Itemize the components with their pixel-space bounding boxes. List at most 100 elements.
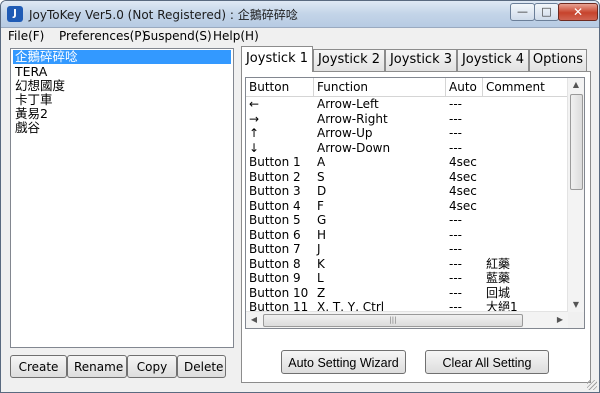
column-header-function[interactable]: Function	[317, 80, 368, 94]
profile-item[interactable]: 幻想國度	[13, 79, 67, 93]
profile-item[interactable]: 企鵝碎碎唸	[13, 50, 231, 64]
scroll-down-arrow-icon[interactable]: ▼	[568, 298, 584, 312]
minimize-button[interactable]: —	[510, 3, 535, 21]
scroll-thumb[interactable]: |||	[263, 314, 523, 327]
menu-suspend[interactable]: Suspend(S)	[143, 29, 212, 43]
profile-item[interactable]: 黃易2	[13, 107, 50, 121]
cell-button: Button 7	[249, 242, 301, 256]
cell-auto: ---	[449, 213, 462, 227]
cell-auto: ---	[449, 242, 462, 256]
tab-joystick-4[interactable]: Joystick 4	[457, 49, 529, 71]
cell-button: Button 2	[249, 169, 301, 184]
tab-options[interactable]: Options	[529, 49, 587, 71]
cell-function: S	[317, 169, 325, 184]
cell-auto: 4sec	[449, 169, 477, 184]
main-window: J JoyToKey Ver5.0 (Not Registered) : 企鵝碎…	[0, 0, 600, 393]
cell-auto: ---	[449, 97, 462, 111]
maximize-button[interactable]: □	[534, 3, 559, 21]
cell-auto: ---	[449, 140, 462, 155]
table-row[interactable]: Button 2 S 4sec	[246, 170, 569, 185]
cell-auto: 4sec	[449, 155, 477, 169]
cell-button: Button 1	[249, 155, 301, 169]
profile-item[interactable]: 戲谷	[13, 121, 42, 135]
scroll-thumb[interactable]	[570, 94, 583, 190]
cell-auto: ---	[449, 256, 462, 271]
create-button[interactable]: Create	[10, 355, 67, 378]
cell-function: A	[317, 155, 326, 169]
table-row[interactable]: Button 1 A 4sec	[246, 155, 569, 170]
button-mapping-table[interactable]: Button Function Auto Comment ← Arrow-Left…	[245, 77, 585, 329]
resize-grip-icon[interactable]	[587, 380, 597, 390]
table-row[interactable]: ↑ Arrow-Up ---	[246, 126, 569, 141]
menu-bar: File(F) Preferences(P) Suspend(S) Help(H…	[1, 28, 599, 46]
cell-auto: ---	[449, 271, 462, 285]
cell-button: ←	[249, 97, 260, 111]
table-row[interactable]: Button 4 F 4sec	[246, 199, 569, 214]
table-row[interactable]: Button 7 J ---	[246, 242, 569, 257]
cell-function: F	[317, 198, 324, 213]
menu-file[interactable]: File(F)	[8, 29, 44, 43]
window-title: JoyToKey Ver5.0 (Not Registered) : 企鵝碎碎唸	[29, 8, 298, 22]
profile-item[interactable]: TERA	[13, 65, 49, 79]
cell-comment: 紅藥	[486, 256, 511, 271]
menu-preferences[interactable]: Preferences(P)	[59, 29, 146, 43]
cell-function: K	[317, 256, 325, 271]
menu-help[interactable]: Help(H)	[213, 29, 259, 43]
cell-function: Arrow-Left	[317, 97, 379, 111]
table-row[interactable]: → Arrow-Right ---	[246, 112, 569, 127]
table-row[interactable]: Button 3 D 4sec	[246, 184, 569, 199]
tab-joystick-3[interactable]: Joystick 3	[385, 49, 457, 71]
cell-function: H	[317, 227, 327, 242]
table-row[interactable]: Button 9 L --- 藍藥	[246, 271, 569, 286]
table-row[interactable]: Button 5 G ---	[246, 213, 569, 228]
column-divider[interactable]	[313, 78, 314, 96]
cell-function: D	[317, 184, 327, 198]
column-header-button[interactable]: Button	[249, 80, 289, 94]
cell-comment: 回城	[486, 285, 511, 300]
profile-item[interactable]: 卡丁車	[13, 93, 55, 107]
cell-button: ↑	[249, 126, 260, 140]
joytokey-app-icon[interactable]: J	[7, 6, 23, 22]
cell-function: Arrow-Right	[317, 111, 388, 126]
scroll-up-arrow-icon[interactable]: ▲	[568, 78, 584, 92]
column-header-auto[interactable]: Auto	[449, 80, 477, 94]
cell-comment: 藍藥	[486, 271, 511, 285]
vertical-scrollbar[interactable]: ▲ ▼	[567, 78, 584, 312]
clear-all-setting-button[interactable]: Clear All Setting	[425, 350, 549, 374]
delete-button[interactable]: Delete	[177, 355, 226, 378]
auto-setting-wizard-button[interactable]: Auto Setting Wizard	[281, 350, 406, 374]
tab-joystick-2[interactable]: Joystick 2	[313, 49, 385, 71]
cell-button: ↓	[249, 140, 260, 155]
cell-function: Arrow-Up	[317, 126, 373, 140]
cell-function: Z	[317, 285, 326, 300]
rename-button[interactable]: Rename	[67, 355, 127, 378]
profile-list[interactable]: 企鵝碎碎唸 TERA 幻想國度 卡丁車 黃易2 戲谷	[10, 48, 234, 348]
cell-button: Button 9	[249, 271, 301, 285]
horizontal-scrollbar[interactable]: ◀ ||| ▶	[246, 311, 568, 328]
cell-function: G	[317, 213, 327, 227]
cell-button: Button 4	[249, 198, 301, 213]
scroll-left-arrow-icon[interactable]: ◀	[246, 312, 262, 328]
scroll-right-arrow-icon[interactable]: ▶	[552, 312, 568, 328]
table-row[interactable]: Button 8 K --- 紅藥	[246, 257, 569, 272]
joystick-tabs: Joystick 1 Joystick 2 Joystick 3 Joystic…	[241, 46, 591, 72]
cell-auto: 4sec	[449, 198, 477, 213]
column-header-comment[interactable]: Comment	[486, 80, 545, 94]
cell-button: Button 5	[249, 213, 301, 227]
cell-auto: ---	[449, 227, 462, 242]
cell-button: Button 8	[249, 256, 301, 271]
column-divider[interactable]	[445, 78, 446, 96]
cell-function: L	[317, 271, 324, 285]
table-row[interactable]: ↓ Arrow-Down ---	[246, 141, 569, 156]
column-divider[interactable]	[482, 78, 483, 96]
table-row[interactable]: Button 6 H ---	[246, 228, 569, 243]
table-header: Button Function Auto Comment	[246, 78, 569, 97]
copy-button[interactable]: Copy	[127, 355, 177, 378]
title-bar[interactable]: J JoyToKey Ver5.0 (Not Registered) : 企鵝碎…	[1, 1, 599, 28]
cell-auto: ---	[449, 111, 462, 126]
table-row[interactable]: Button 10 Z --- 回城	[246, 286, 569, 301]
table-row[interactable]: ← Arrow-Left ---	[246, 97, 569, 112]
cell-auto: ---	[449, 126, 462, 140]
tab-joystick-1[interactable]: Joystick 1	[241, 46, 313, 72]
close-button[interactable]: ✕	[558, 3, 598, 21]
